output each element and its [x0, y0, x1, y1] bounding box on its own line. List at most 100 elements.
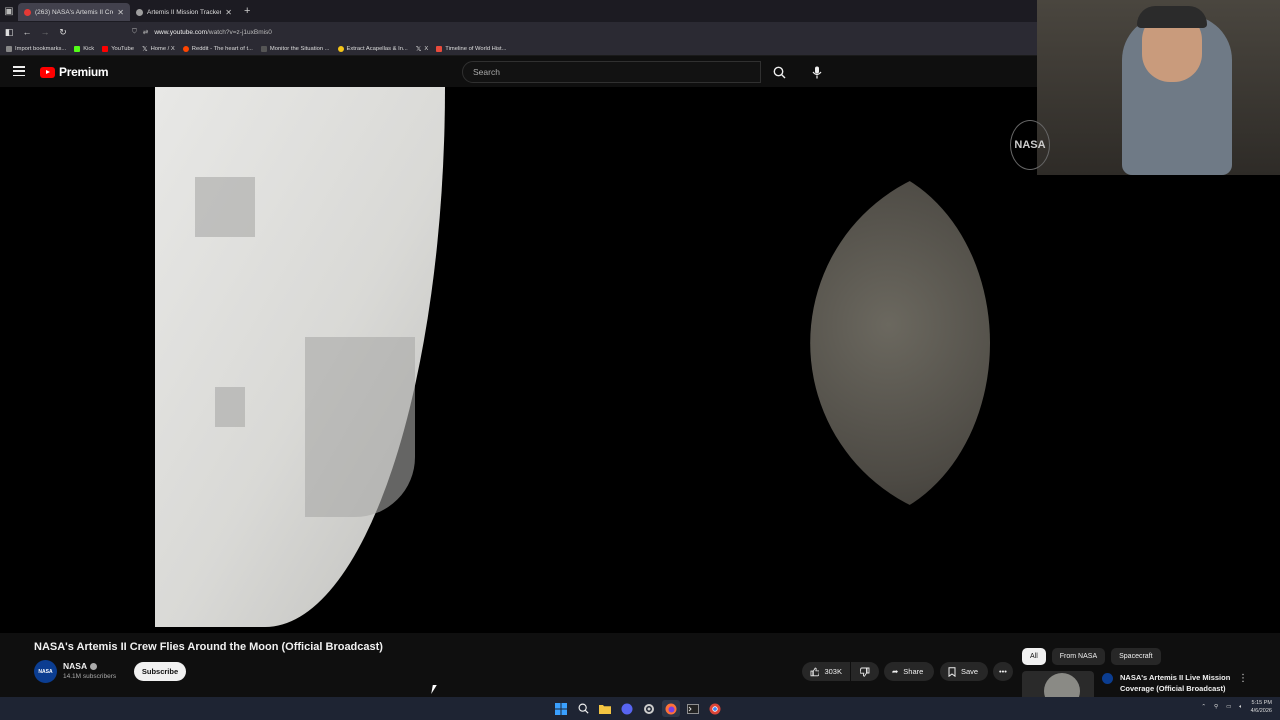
- bookmark-item[interactable]: 𝕏 Home / X: [142, 45, 175, 53]
- taskbar-apps: [552, 700, 724, 717]
- subscribe-button[interactable]: Subscribe: [134, 662, 186, 681]
- bookmark-item[interactable]: Timeline of World Hist...: [436, 45, 506, 52]
- tab-title: (263) NASA's Artemis II Cre: [35, 8, 114, 16]
- volume-icon[interactable]: 🔈︎: [1239, 704, 1242, 711]
- like-button[interactable]: 303K: [802, 662, 850, 681]
- reddit-icon: [182, 45, 189, 52]
- terminal-icon[interactable]: [684, 700, 702, 717]
- thumbs-up-icon: [810, 667, 820, 676]
- chevron-up-icon[interactable]: ⌃: [1201, 704, 1206, 710]
- youtube-favicon-icon: [24, 8, 31, 16]
- nasa-logo-overlay: NASA: [1010, 120, 1050, 170]
- save-button[interactable]: Save: [940, 662, 988, 681]
- tracker-favicon-icon: [136, 8, 143, 16]
- youtube-play-icon: [40, 66, 55, 78]
- tab-title: Artemis II Mission Tracker | Liv: [147, 8, 222, 16]
- webcam-overlay: [1037, 0, 1280, 175]
- menu-icon[interactable]: [13, 66, 25, 76]
- youtube-icon: [102, 45, 109, 52]
- kick-icon: [74, 45, 81, 52]
- microphone-icon: [812, 66, 822, 78]
- share-icon: ➦: [892, 667, 899, 676]
- bookmark-item[interactable]: Kick: [74, 45, 94, 52]
- address-bar[interactable]: ⛉ ⇄ www.youtube.com/watch?v=z-j1uxBmis0: [132, 28, 272, 36]
- search-input[interactable]: Search: [462, 61, 761, 83]
- bookmark-item[interactable]: 𝕏X: [416, 45, 429, 53]
- bookmark-icon: [948, 666, 956, 677]
- file-explorer-icon[interactable]: [596, 700, 614, 717]
- clock[interactable]: 5:15 PM 4/6/2026: [1251, 699, 1272, 715]
- search-icon: [773, 66, 785, 78]
- share-button[interactable]: ➦ Share: [884, 662, 934, 681]
- avatar[interactable]: NASA: [34, 660, 57, 683]
- subscriber-count: 14.1M subscribers: [63, 673, 117, 680]
- close-tab-icon[interactable]: ✕: [117, 8, 124, 17]
- channel-avatar: [1102, 673, 1113, 684]
- page-settings-icon[interactable]: ⇄: [143, 28, 148, 36]
- chip-all[interactable]: All: [1022, 648, 1046, 665]
- more-actions-button[interactable]: •••: [993, 662, 1013, 681]
- discord-icon[interactable]: [618, 700, 636, 717]
- streamer-cap: [1137, 6, 1207, 28]
- system-tray: ⌃ ⚲ ▭ 🔈︎ 5:15 PM 4/6/2026: [1201, 699, 1272, 715]
- x-logo-icon: 𝕏: [141, 45, 148, 53]
- network-icon[interactable]: ▭: [1226, 704, 1231, 710]
- bookmark-item[interactable]: Reddit - The heart of t...: [182, 45, 253, 52]
- channel-name[interactable]: NASA: [63, 661, 98, 671]
- close-tab-icon[interactable]: ✕: [225, 8, 232, 17]
- sidebar-toggle-icon[interactable]: ◧: [0, 27, 18, 38]
- bookmark-item[interactable]: Monitor the Situation ...: [260, 45, 330, 52]
- new-tab-icon[interactable]: +: [244, 5, 250, 17]
- clock-time: 5:15 PM: [1251, 700, 1272, 706]
- verified-icon: [90, 662, 98, 670]
- settings-icon[interactable]: [640, 700, 658, 717]
- monitor-icon: [260, 45, 267, 52]
- url-path: /watch?v=z-j1uxBmis0: [207, 28, 272, 36]
- recommended-title[interactable]: NASA's Artemis II Live Mission Coverage …: [1120, 672, 1248, 694]
- bookmark-item[interactable]: Import bookmarks...: [6, 45, 66, 52]
- thumbs-down-icon: [860, 667, 870, 677]
- shield-icon: ⛉: [132, 28, 137, 35]
- moon-image: [810, 162, 990, 524]
- reload-icon[interactable]: ↻: [54, 27, 72, 38]
- back-icon[interactable]: ←: [18, 27, 36, 37]
- more-vertical-icon[interactable]: ⋮: [1238, 673, 1248, 684]
- forward-icon[interactable]: →: [36, 27, 54, 37]
- video-info: NASA's Artemis II Crew Flies Around the …: [0, 633, 1280, 697]
- video-thumbnail[interactable]: [1022, 671, 1094, 697]
- import-icon: [6, 45, 12, 52]
- youtube-header: Premium Search: [0, 57, 1037, 87]
- clock-date: 4/6/2026: [1250, 708, 1272, 714]
- tab-youtube[interactable]: (263) NASA's Artemis II Cre ✕: [18, 3, 130, 21]
- tab-list-icon[interactable]: ▣: [0, 0, 18, 22]
- timeline-icon: [436, 45, 443, 52]
- dislike-button[interactable]: [851, 662, 879, 681]
- start-icon[interactable]: [552, 700, 570, 717]
- url-host: www.youtube.com: [154, 28, 208, 36]
- mouse-cursor-icon: [431, 685, 441, 694]
- bookmark-item[interactable]: YouTube: [102, 45, 134, 52]
- chrome-icon[interactable]: [706, 700, 724, 717]
- windows-taskbar: ⌃ ⚲ ▭ 🔈︎ 5:15 PM 4/6/2026: [0, 697, 1280, 720]
- voice-search-button[interactable]: [806, 61, 828, 83]
- bookmarks-bar: Import bookmarks... Kick YouTube 𝕏 Home /…: [0, 42, 1037, 56]
- browser-tab-strip: ▣ (263) NASA's Artemis II Cre ✕ Artemis …: [0, 0, 1037, 22]
- orion-spacecraft-image: [155, 87, 445, 627]
- chip-spacecraft[interactable]: Spacecraft: [1111, 648, 1161, 665]
- acapella-icon: [337, 45, 344, 52]
- navigation-bar: ◧ ← → ↻ ⛉ ⇄ www.youtube.com/watch?v=z-j1…: [0, 22, 1037, 42]
- firefox-icon[interactable]: [662, 700, 680, 717]
- search-icon[interactable]: [574, 700, 592, 717]
- search-button[interactable]: [761, 61, 797, 83]
- tab-mission-tracker[interactable]: Artemis II Mission Tracker | Liv ✕: [130, 3, 238, 21]
- video-title: NASA's Artemis II Crew Flies Around the …: [34, 641, 383, 653]
- youtube-logo[interactable]: Premium: [40, 65, 109, 79]
- like-count: 303K: [824, 667, 842, 676]
- location-icon[interactable]: ⚲: [1214, 704, 1218, 710]
- chip-from-nasa[interactable]: From NASA: [1051, 648, 1106, 665]
- x-logo-icon: 𝕏: [415, 45, 422, 53]
- bookmark-item[interactable]: Extract Acapellas & In...: [337, 45, 408, 52]
- more-horizontal-icon: •••: [999, 667, 1007, 676]
- recommended-video[interactable]: NASA's Artemis II Live Mission Coverage …: [1022, 671, 1272, 697]
- related-filter-chips: All From NASA Spacecraft: [1022, 648, 1161, 665]
